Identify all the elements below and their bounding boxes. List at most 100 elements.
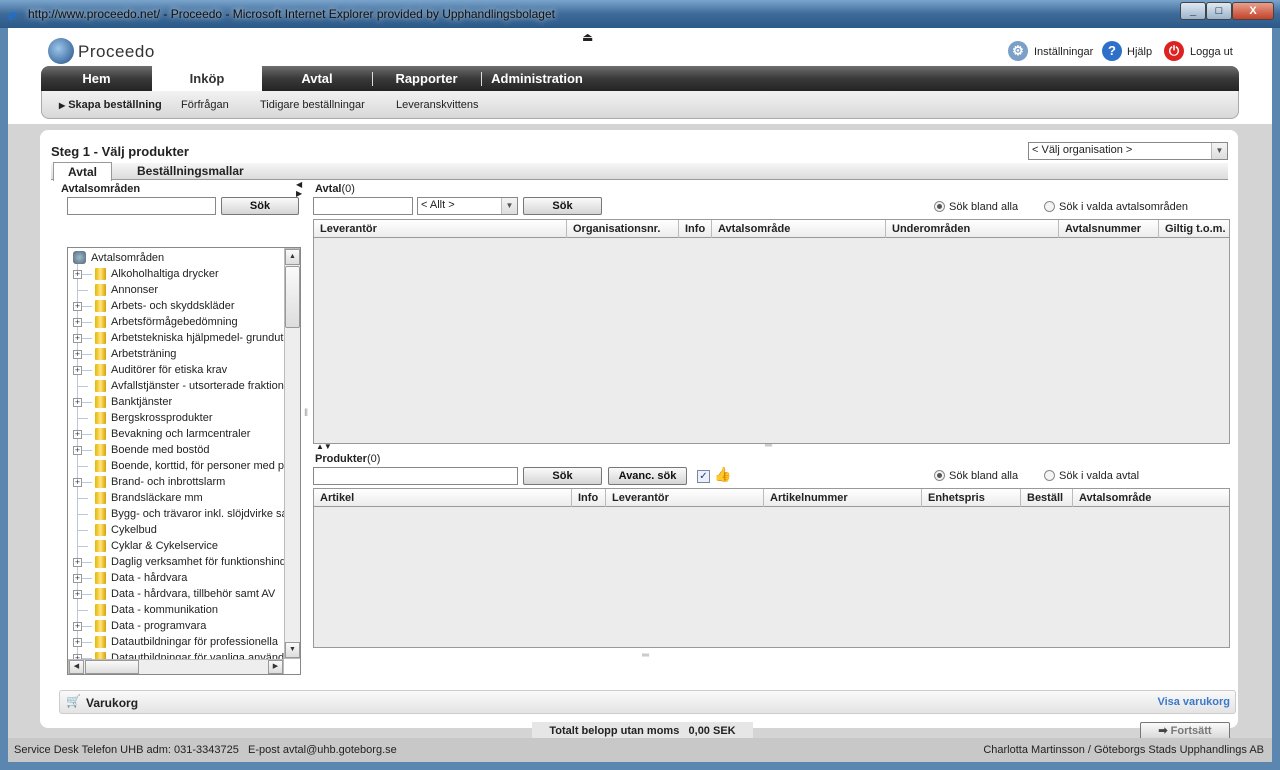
scroll-thumb[interactable] (85, 660, 139, 674)
tree-item[interactable]: Cyklar & Cykelservice (68, 538, 284, 554)
radio-avtal-all[interactable]: Sök bland alla (934, 201, 1018, 213)
visa-varukorg-link[interactable]: Visa varukorg (1157, 696, 1230, 708)
col-info[interactable]: Info (679, 220, 712, 238)
col-avtalsomrade[interactable]: Avtalsområde (1073, 489, 1230, 507)
tree-item[interactable]: + Bevakning och larmcentraler (68, 426, 284, 442)
tree-item[interactable]: + Arbetsträning (68, 346, 284, 362)
advanced-search-button[interactable]: Avanc. sök (608, 467, 687, 485)
col-avtalsnummer[interactable]: Avtalsnummer (1059, 220, 1159, 238)
tree-item[interactable]: + Arbetstekniska hjälpmedel- grundutr (68, 330, 284, 346)
expand-plus-icon[interactable]: + (73, 302, 82, 311)
expand-plus-icon[interactable]: + (73, 350, 82, 359)
expand-plus-icon[interactable]: + (73, 270, 82, 279)
scroll-down-icon[interactable]: ▼ (285, 642, 300, 658)
tree-vertical-scrollbar[interactable]: ▲ ▼ (284, 248, 300, 659)
tab-hem[interactable]: Hem (41, 66, 152, 91)
tree-item[interactable]: Bergskrossprodukter (68, 410, 284, 426)
avtal-search-input[interactable] (313, 197, 413, 215)
tree-root[interactable]: Avtalsområden (68, 250, 284, 266)
tab-inkop[interactable]: Inköp (152, 64, 262, 91)
expand-plus-icon[interactable]: + (73, 430, 82, 439)
tree-item[interactable]: + Daglig verksamhet för funktionshind (68, 554, 284, 570)
minimize-button[interactable]: _ (1180, 2, 1206, 20)
col-leverantor[interactable]: Leverantör (606, 489, 764, 507)
avtal-filter-select[interactable]: < Allt > ▼ (417, 197, 518, 215)
col-artikelnummer[interactable]: Artikelnummer (764, 489, 922, 507)
scroll-right-icon[interactable]: ▶ (268, 660, 283, 674)
expand-plus-icon[interactable]: + (73, 318, 82, 327)
col-leverantor[interactable]: Leverantör (314, 220, 567, 238)
tree-item[interactable]: Annonser (68, 282, 284, 298)
col-giltig[interactable]: Giltig t.o.m. (1159, 220, 1230, 238)
tree-item[interactable]: + Auditörer för etiska krav (68, 362, 284, 378)
tree-item[interactable]: + Arbetsförmågebedömning (68, 314, 284, 330)
subnav-forfragan[interactable]: Förfrågan (181, 99, 229, 111)
maximize-button[interactable]: □ (1206, 2, 1232, 20)
settings-user-icon[interactable]: ⚙ (1008, 41, 1028, 61)
col-info[interactable]: Info (572, 489, 606, 507)
tree-item[interactable]: + Data - hårdvara, tillbehör samt AV (68, 586, 284, 602)
help-link[interactable]: Hjälp (1127, 46, 1152, 58)
organisation-select[interactable]: < Välj organisation > ▼ (1028, 142, 1228, 160)
vertical-splitter[interactable]: ‖ (304, 408, 308, 419)
horizontal-splitter[interactable]: ═ (765, 440, 772, 451)
tree-item[interactable]: Bygg- och trävaror inkl. slöjdvirke sa (68, 506, 284, 522)
tree-item[interactable]: + Banktjänster (68, 394, 284, 410)
avtalsomraden-search-input[interactable] (67, 197, 216, 215)
collapse-header-icon[interactable]: ⏏ (582, 30, 593, 44)
tree-item[interactable]: Brandsläckare mm (68, 490, 284, 506)
subnav-leveranskvittens[interactable]: Leveranskvittens (396, 99, 479, 111)
col-avtalsomrade[interactable]: Avtalsområde (712, 220, 886, 238)
expand-plus-icon[interactable]: + (73, 558, 82, 567)
tree-horizontal-scrollbar[interactable]: ◀ ▶ (68, 659, 284, 674)
expand-plus-icon[interactable]: + (73, 478, 82, 487)
tree-item[interactable]: + Data - hårdvara (68, 570, 284, 586)
tree-item[interactable]: + Brand- och inbrottslarm (68, 474, 284, 490)
produkter-search-button[interactable]: Sök (523, 467, 602, 485)
tab-avtal[interactable]: Avtal (262, 66, 372, 91)
settings-link[interactable]: Inställningar (1034, 46, 1093, 58)
col-underomraden[interactable]: Underområden (886, 220, 1059, 238)
expand-plus-icon[interactable]: + (73, 334, 82, 343)
resize-arrows-icon[interactable]: ▲▼ (316, 442, 332, 451)
avtalsomraden-search-button[interactable]: Sök (221, 197, 299, 215)
col-organisationsnr[interactable]: Organisationsnr. (567, 220, 679, 238)
tree-item[interactable]: + Boende med bostöd (68, 442, 284, 458)
logout-link[interactable]: Logga ut (1190, 46, 1233, 58)
radio-avtal-selected[interactable]: Sök i valda avtalsområden (1044, 201, 1188, 213)
tree-item[interactable]: + Datautbildningar för professionella (68, 634, 284, 650)
subnav-tidigare-bestallningar[interactable]: Tidigare beställningar (260, 99, 365, 111)
produkter-search-input[interactable] (313, 467, 518, 485)
expand-plus-icon[interactable]: + (73, 446, 82, 455)
col-bestall[interactable]: Beställ (1021, 489, 1073, 507)
expand-plus-icon[interactable]: + (73, 366, 82, 375)
col-artikel[interactable]: Artikel (314, 489, 572, 507)
tree-item[interactable]: Boende, korttid, för personer med p (68, 458, 284, 474)
power-icon[interactable]: ⏻ (1164, 41, 1184, 61)
expand-plus-icon[interactable]: + (73, 574, 82, 583)
tab-bestallningsmallar[interactable]: Beställningsmallar (137, 164, 244, 178)
tree-item[interactable]: Cykelbud (68, 522, 284, 538)
radio-produkter-all[interactable]: Sök bland alla (934, 470, 1018, 482)
expand-plus-icon[interactable]: + (73, 398, 82, 407)
checkbox[interactable]: ✓ (697, 470, 710, 483)
tab-avtal-list[interactable]: Avtal (53, 162, 112, 181)
tree-item[interactable]: + Data - programvara (68, 618, 284, 634)
tree-item[interactable]: + Alkoholhaltiga drycker (68, 266, 284, 282)
tree-item[interactable]: Avfallstjänster - utsorterade fraktion (68, 378, 284, 394)
expand-plus-icon[interactable]: + (73, 638, 82, 647)
scroll-up-icon[interactable]: ▲ (285, 249, 300, 265)
tree-item[interactable]: Data - kommunikation (68, 602, 284, 618)
scroll-thumb[interactable] (285, 266, 300, 328)
scroll-left-icon[interactable]: ◀ (69, 660, 84, 674)
tab-rapporter[interactable]: Rapporter (373, 66, 480, 91)
tree-item[interactable]: + Arbets- och skyddskläder (68, 298, 284, 314)
close-button[interactable]: X (1232, 2, 1274, 20)
panel-collapse-arrows-icon[interactable]: ◀ ▶ (296, 180, 302, 198)
avtal-search-button[interactable]: Sök (523, 197, 602, 215)
expand-plus-icon[interactable]: + (73, 590, 82, 599)
expand-plus-icon[interactable]: + (73, 622, 82, 631)
subnav-skapa-bestallning[interactable]: ▶ Skapa beställning (59, 99, 162, 111)
horizontal-splitter[interactable]: ═ (642, 650, 649, 661)
col-enhetspris[interactable]: Enhetspris (922, 489, 1021, 507)
